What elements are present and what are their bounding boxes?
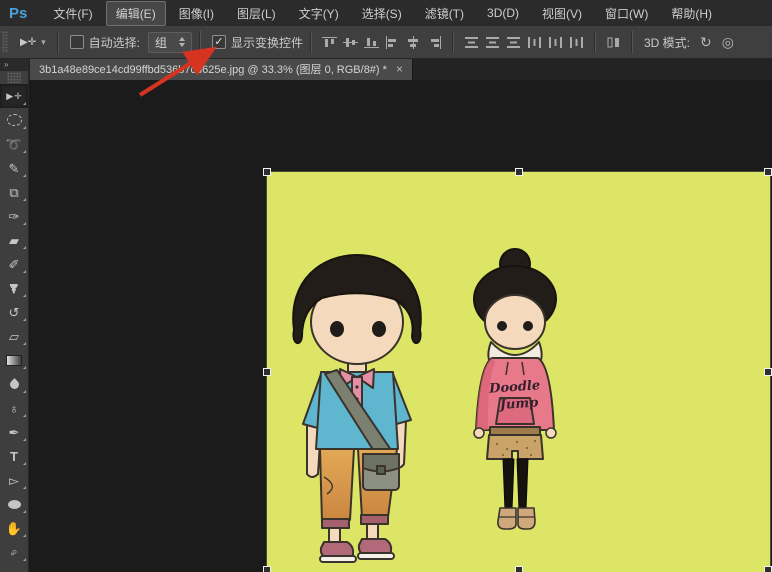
options-bar-grip [2, 31, 8, 53]
3d-rotate-icon[interactable]: ↻ [700, 34, 712, 51]
zoom-tool[interactable]: ♀ [0, 540, 28, 564]
checkmark-icon: ✓ [214, 37, 223, 48]
show-transform-label: 显示变换控件 [231, 34, 303, 51]
transform-handle-top-left[interactable] [263, 168, 271, 176]
align-icons [319, 31, 624, 53]
menu-item-layer[interactable]: 图层(L) [227, 1, 286, 26]
move-tool[interactable]: ▶✛ [0, 84, 28, 108]
separator [57, 31, 59, 53]
shape-tool[interactable] [0, 492, 28, 516]
marquee-tool[interactable] [0, 108, 28, 132]
menu-item-edit[interactable]: 编辑(E) [106, 1, 166, 26]
separator [199, 31, 201, 53]
document-tab[interactable]: 3b1a48e89ce14cd99ffbd536b7cb625e.jpg @ 3… [30, 58, 413, 80]
tool-list: ▶✛ ➰✎⧉✑▰✐♟↺▱ ♁✒T▻ ✋♀ [0, 84, 28, 564]
dodge-tool[interactable]: ♁ [0, 396, 28, 420]
hoodie-text-line2: Jump [496, 395, 538, 413]
transform-handle-bottom-center[interactable] [515, 566, 523, 572]
clone-stamp-tool[interactable]: ♟ [0, 276, 28, 300]
distribute-left-edges-icon[interactable] [525, 32, 544, 52]
menu-item-select[interactable]: 选择(S) [352, 1, 412, 26]
auto-select-checkbox[interactable] [70, 35, 84, 49]
menu-item-3d[interactable]: 3D(D) [477, 2, 529, 24]
distribute-right-edges-icon[interactable] [567, 32, 586, 52]
eyedropper-tool[interactable]: ✑ [0, 204, 28, 228]
transform-handle-bottom-right[interactable] [764, 566, 772, 572]
distribute-top-edges-icon[interactable] [462, 32, 481, 52]
transform-handle-middle-left[interactable] [263, 368, 271, 376]
distribute-bottom-edges-icon[interactable] [504, 32, 523, 52]
pen-tool[interactable]: ✒ [0, 420, 28, 444]
panel-collapse-button[interactable]: » [0, 58, 28, 71]
photoshop-logo: Ps [9, 5, 27, 22]
gradient-tool[interactable] [0, 348, 28, 372]
document-canvas[interactable]: Doodle Jump [267, 172, 770, 572]
3d-roll-icon[interactable]: ◎ [722, 34, 734, 51]
transform-handle-top-right[interactable] [764, 168, 772, 176]
doodle-illustration: Doodle Jump [267, 172, 770, 572]
align-vertical-centers-icon[interactable] [341, 32, 360, 52]
distribute-spacing-icon[interactable] [604, 32, 623, 52]
align-top-edges-icon[interactable] [320, 32, 339, 52]
eraser-tool[interactable]: ▱ [0, 324, 28, 348]
boy-figure [293, 255, 421, 562]
scope-select[interactable]: 组 [148, 32, 192, 53]
menu-item-help[interactable]: 帮助(H) [661, 1, 722, 26]
3d-mode-label: 3D 模式: [644, 34, 690, 51]
show-transform-checkbox[interactable]: ✓ [212, 35, 226, 49]
menu-item-window[interactable]: 窗口(W) [595, 1, 658, 26]
transform-handle-bottom-left[interactable] [263, 566, 271, 572]
brush-tool[interactable]: ✐ [0, 252, 28, 276]
tool-preset-dropdown[interactable]: ▶ ✛ ▾ [16, 35, 50, 50]
double-arrow-icon: » [4, 60, 9, 69]
separator [310, 31, 312, 53]
type-tool[interactable]: T [0, 444, 28, 468]
transform-handle-middle-right[interactable] [764, 368, 772, 376]
separator [452, 31, 454, 53]
document-tab-bar: 3b1a48e89ce14cd99ffbd536b7cb625e.jpg @ 3… [28, 58, 772, 80]
menu-item-filter[interactable]: 滤镜(T) [415, 1, 474, 26]
chevron-down-icon: ▾ [41, 37, 46, 48]
auto-select-label: 自动选择: [89, 34, 140, 51]
stepper-icon [179, 37, 185, 47]
scope-select-value: 组 [155, 34, 167, 51]
align-horizontal-centers-icon[interactable] [404, 32, 423, 52]
distribute-vertical-centers-icon[interactable] [483, 32, 502, 52]
photoshop-window: Ps 文件(F)编辑(E)图像(I)图层(L)文字(Y)选择(S)滤镜(T)3D… [0, 0, 772, 572]
separator [631, 31, 633, 53]
menu-item-image[interactable]: 图像(I) [169, 1, 224, 26]
menu-item-view[interactable]: 视图(V) [532, 1, 592, 26]
align-bottom-edges-icon[interactable] [362, 32, 381, 52]
align-left-edges-icon[interactable] [383, 32, 402, 52]
options-bar: ▶ ✛ ▾ 自动选择: 组 ✓ 显示变换控件 3D 模式: ↻ ◎ [0, 26, 772, 59]
crop-tool[interactable]: ⧉ [0, 180, 28, 204]
path-selection-tool[interactable]: ▻ [0, 468, 28, 492]
close-icon[interactable]: × [396, 62, 403, 76]
quick-selection-tool[interactable]: ✎ [0, 156, 28, 180]
hand-tool[interactable]: ✋ [0, 516, 28, 540]
align-right-edges-icon[interactable] [425, 32, 444, 52]
menu-item-type[interactable]: 文字(Y) [289, 1, 349, 26]
menu-item-file[interactable]: 文件(F) [43, 1, 102, 26]
girl-figure: Doodle Jump [474, 249, 556, 529]
lasso-tool[interactable]: ➰ [0, 132, 28, 156]
move-tool-preset-icon: ▶ [20, 37, 28, 48]
tool-panel-grip [7, 72, 21, 83]
document-tab-title: 3b1a48e89ce14cd99ffbd536b7cb625e.jpg @ 3… [39, 61, 387, 77]
move-cross-icon: ✛ [28, 37, 36, 48]
menu-bar-items: 文件(F)编辑(E)图像(I)图层(L)文字(Y)选择(S)滤镜(T)3D(D)… [43, 0, 725, 26]
history-brush-tool[interactable]: ↺ [0, 300, 28, 324]
separator [594, 31, 596, 53]
spot-healing-tool[interactable]: ▰ [0, 228, 28, 252]
transform-handle-top-center[interactable] [515, 168, 523, 176]
tool-panel: » ▶✛ ➰✎⧉✑▰✐♟↺▱ ♁✒T▻ ✋♀ [0, 58, 29, 572]
menu-bar: Ps 文件(F)编辑(E)图像(I)图层(L)文字(Y)选择(S)滤镜(T)3D… [0, 0, 772, 27]
blur-tool[interactable] [0, 372, 28, 396]
distribute-horizontal-centers-icon[interactable] [546, 32, 565, 52]
